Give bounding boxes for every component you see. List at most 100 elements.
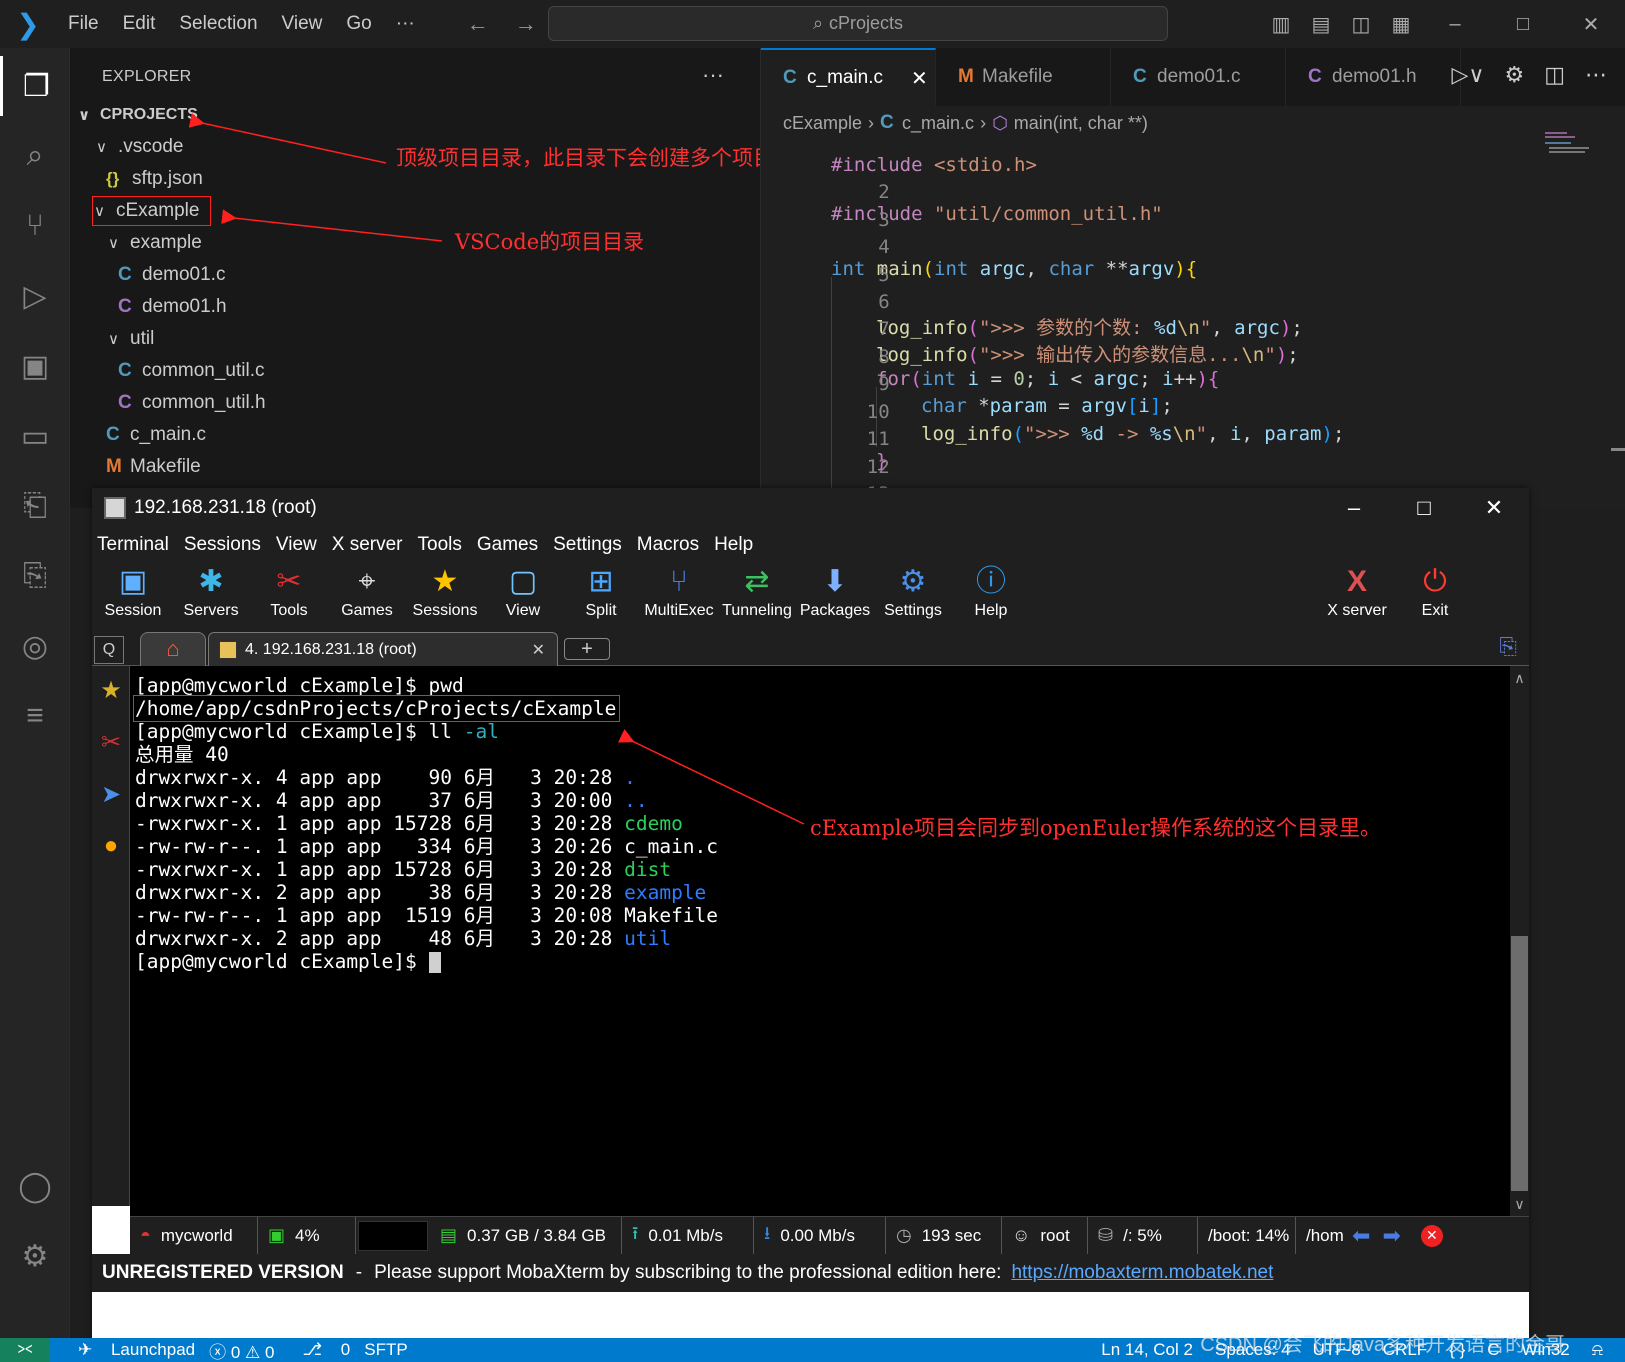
macros-icon[interactable]: ● [96,832,126,862]
run-debug-icon[interactable]: ▷ [0,266,70,326]
breadcrumb-file[interactable]: c_main.c [902,113,974,134]
sftp-item[interactable]: SFTP [364,1340,407,1360]
minimize-icon[interactable]: – [1421,13,1489,36]
toggle-sidebar-icon[interactable]: ▥ [1261,12,1301,37]
moba-maximize-icon[interactable]: □ [1389,488,1459,528]
settings-icon[interactable]: ⚙ [1504,62,1524,88]
menu-selection[interactable]: Selection [167,13,269,35]
scroll-down-icon[interactable]: ∨ [1510,1196,1529,1213]
tree-item-makefile[interactable]: M Makefile [106,451,201,483]
tab-makefile[interactable]: M Makefile [936,48,1111,106]
remote-explorer-icon[interactable]: ▭ [0,406,70,466]
moba-menu-help[interactable]: Help [709,534,763,556]
account-icon[interactable]: ◯ [0,1156,70,1216]
source-control-icon[interactable]: ⑂ [0,196,70,256]
explorer-more-button[interactable]: ··· [702,62,724,88]
moba-menu-view[interactable]: View [271,534,327,556]
menu-view[interactable]: View [270,13,335,35]
terminal-scrollbar[interactable]: ∧ ∨ [1510,666,1529,1216]
menu-go[interactable]: Go [334,13,383,35]
tools-button[interactable]: ✂ Tools [248,562,330,628]
sftp-icon[interactable]: ≡ [0,686,70,746]
tree-item-util-folder[interactable]: ∨ util [108,323,154,355]
toggle-panel-icon[interactable]: ▤ [1301,12,1341,37]
sftp-send-icon[interactable]: ➤ [96,780,126,810]
menu-edit[interactable]: Edit [111,13,168,35]
testing-icon[interactable]: ⎗ [0,476,70,536]
sessions-star-icon[interactable]: ★ [96,676,126,706]
editor-scrollbar[interactable] [1611,448,1625,451]
split-editor-icon[interactable]: ◫ [1544,62,1565,88]
moba-close-icon[interactable]: ✕ [1459,488,1529,528]
xserver-button[interactable]: X X server [1316,562,1398,628]
moba-menu-macros[interactable]: Macros [632,534,709,556]
scroll-right-arrow-icon[interactable]: ➡ [1382,1223,1400,1249]
multiexec-button[interactable]: ⑂ MultiExec [638,562,720,628]
settings-button[interactable]: ⚙ Settings [872,562,954,628]
moba-menu-tools[interactable]: Tools [413,534,472,556]
split-button[interactable]: ⊞ Split [560,562,642,628]
back-arrow-icon[interactable]: ← [467,11,489,37]
ports-item[interactable]: ⎇ 0 [288,1340,350,1360]
maximize-icon[interactable]: □ [1489,13,1557,36]
help-button[interactable]: ⓘ Help [950,562,1032,628]
new-tab-button[interactable]: + [564,638,610,660]
minimap[interactable] [1545,130,1595,156]
more-actions-icon[interactable]: ⋯ [1585,62,1607,88]
tab-demo01-h[interactable]: C demo01.h [1286,48,1461,106]
servers-button[interactable]: ✱ Servers [170,562,252,628]
run-icon[interactable]: ▷∨ [1451,62,1484,88]
notifications-bell-icon[interactable]: ⍾ [1592,1340,1603,1360]
scrollbar-thumb[interactable] [1511,936,1528,1191]
session-button[interactable]: ▣ Session [92,562,174,628]
tree-item-cexample[interactable]: ∨ cExample [91,196,212,226]
close-tab-icon[interactable]: ✕ [911,66,928,91]
scroll-left-arrow-icon[interactable]: ⬅ [1352,1223,1370,1249]
remote-indicator-icon[interactable]: ⪥ [0,1338,50,1362]
menu-more[interactable]: ··· [384,13,427,35]
home-tab-icon[interactable]: ⌂ [140,632,206,666]
tree-item-vscode-folder[interactable]: ∨ .vscode [96,131,183,163]
exit-button[interactable]: ⏻ Exit [1394,562,1476,628]
scroll-up-icon[interactable]: ∧ [1510,670,1529,687]
breadcrumb-folder[interactable]: cExample [783,113,862,134]
moba-menu-sessions[interactable]: Sessions [179,534,271,556]
explorer-icon[interactable]: ❐ [0,56,70,116]
git-graph-icon[interactable]: ◎ [0,616,70,676]
moba-menu-xserver[interactable]: X server [327,534,413,556]
tab-c-main-c[interactable]: C c_main.c ✕ [761,48,936,106]
close-status-icon[interactable]: ✕ [1420,1224,1443,1247]
tree-item-sftp-json[interactable]: {} sftp.json [106,163,203,195]
cursor-position[interactable]: Ln 14, Col 2 [1101,1340,1193,1360]
tools-icon[interactable]: ✂ [96,728,126,758]
tree-item-example-folder[interactable]: ∨ example [108,227,202,259]
extensions-icon[interactable]: ▣ [0,336,70,396]
mobatek-link[interactable]: https://mobaxterm.mobatek.net [1011,1262,1273,1284]
games-button[interactable]: ⌖ Games [326,562,408,628]
tab-demo01-c[interactable]: C demo01.c [1111,48,1286,106]
moba-menu-settings[interactable]: Settings [548,534,632,556]
session-tab[interactable]: 4. 192.168.231.18 (root) ✕ [208,632,558,666]
moba-menu-terminal[interactable]: Terminal [92,534,179,556]
toggle-secondary-sidebar-icon[interactable]: ◫ [1341,12,1381,37]
sessions-button[interactable]: ★ Sessions [404,562,486,628]
forward-arrow-icon[interactable]: → [515,11,537,37]
tunneling-button[interactable]: ⇄ Tunneling [716,562,798,628]
tree-item-common-util-c[interactable]: C common_util.c [118,355,265,387]
close-window-icon[interactable]: ✕ [1557,12,1625,37]
paperclip-icon[interactable]: ⎘ [1499,634,1517,660]
problems-item[interactable]: ⓧ 0 ⚠ 0 [209,1338,274,1362]
terminal-output[interactable]: [app@mycworld cExample]$ pwd /home/app/c… [130,666,1510,1216]
docker-icon[interactable]: ⎘ [0,546,70,606]
tree-item-demo01-h[interactable]: C demo01.h [118,291,227,323]
settings-gear-icon[interactable]: ⚙ [0,1226,70,1286]
customize-layout-icon[interactable]: ▦ [1381,12,1421,37]
tree-item-common-util-h[interactable]: C common_util.h [118,387,266,419]
view-button[interactable]: ▢ View [482,562,564,628]
close-tab-icon[interactable]: ✕ [532,640,545,660]
tree-item-demo01-c[interactable]: C demo01.c [118,259,225,291]
packages-button[interactable]: ⬇ Packages [794,562,876,628]
search-activity-icon[interactable]: ⌕ [0,126,70,186]
command-center-search[interactable]: ⌕ cProjects [548,6,1168,41]
menu-file[interactable]: File [56,13,111,35]
